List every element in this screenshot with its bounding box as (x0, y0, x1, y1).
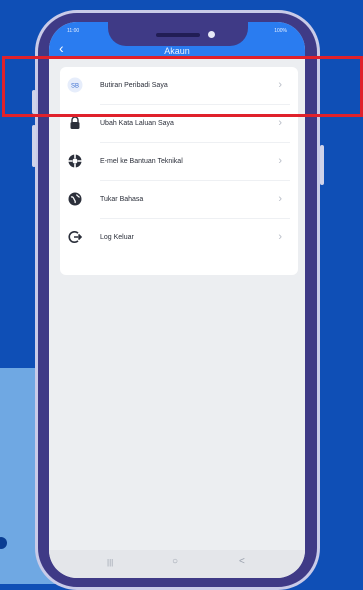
menu-item-logout[interactable]: Log Keluar › (60, 219, 298, 255)
globe-icon (67, 191, 83, 207)
menu-item-label: Ubah Kata Laluan Saya (100, 119, 174, 127)
menu-item-label: Log Keluar (100, 233, 134, 241)
chevron-right-icon: › (278, 193, 282, 205)
lifebuoy-icon (67, 153, 83, 169)
status-time: 11:00 (67, 28, 80, 34)
menu-item-label: E-mel ke Bantuan Teknikal (100, 157, 183, 165)
camera-notch (108, 14, 248, 46)
page-title: Akaun (164, 46, 190, 56)
menu-item-tech-support-email[interactable]: E-mel ke Bantuan Teknikal › (60, 143, 298, 179)
speaker-grille (156, 33, 200, 37)
power-button (320, 145, 324, 185)
android-nav-bar: ||| ○ < (49, 550, 305, 578)
home-button[interactable]: ○ (172, 556, 178, 567)
menu-item-change-language[interactable]: Tukar Bahasa › (60, 181, 298, 217)
logout-icon (67, 229, 83, 245)
status-battery: 100% (274, 28, 287, 34)
highlight-box (2, 56, 363, 117)
chevron-right-icon: › (278, 231, 282, 243)
back-button[interactable]: < (239, 556, 245, 567)
recent-apps-button[interactable]: ||| (107, 558, 113, 567)
volume-down-button (32, 125, 36, 167)
chevron-right-icon: › (278, 155, 282, 167)
front-camera (208, 31, 215, 38)
chevron-right-icon: › (278, 117, 282, 129)
lock-icon (67, 115, 83, 131)
menu-item-label: Tukar Bahasa (100, 195, 144, 203)
